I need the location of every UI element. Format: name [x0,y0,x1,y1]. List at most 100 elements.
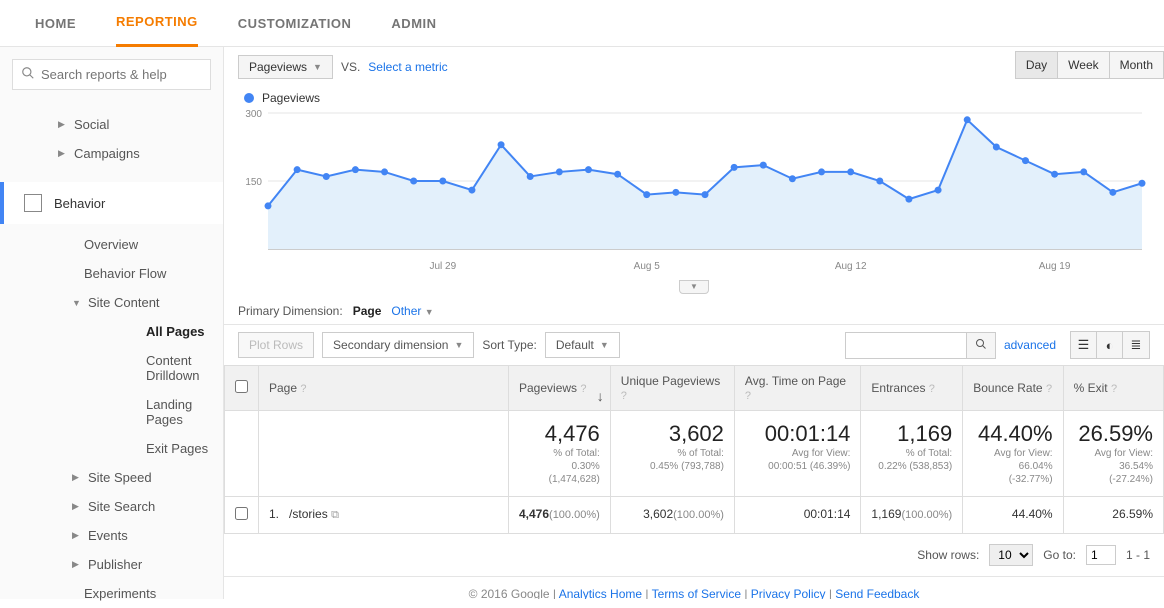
goto-label: Go to: [1043,548,1076,562]
top-nav: HOME REPORTING CUSTOMIZATION ADMIN [0,0,1164,47]
sidebar-section-behavior[interactable]: Behavior [0,182,223,224]
period-week[interactable]: Week [1058,52,1109,78]
footer-tos[interactable]: Terms of Service [652,587,741,599]
sort-type-select[interactable]: Default ▼ [545,332,620,358]
row-pct: (100.00%) [901,509,952,521]
view-mode-icons: ☰ ◐ ≣ [1070,331,1150,359]
sidebar-item-landing-pages[interactable]: Landing Pages [124,390,223,434]
caret-down-icon: ▼ [600,340,609,350]
sidebar-item-behavior-flow[interactable]: Behavior Flow [62,259,223,288]
col-exit[interactable]: % Exit ? [1063,366,1163,411]
svg-text:Aug 5: Aug 5 [634,261,661,272]
sidebar-item-exit-pages[interactable]: Exit Pages [124,434,223,463]
nav-admin[interactable]: ADMIN [391,0,436,47]
row-pct: (100.00%) [673,509,724,521]
sidebar-item-campaigns[interactable]: ▶Campaigns [0,139,223,168]
metric-label: Pageviews [249,60,307,74]
col-avg-time[interactable]: Avg. Time on Page ? [734,366,861,411]
period-day[interactable]: Day [1016,52,1058,78]
row-page-path[interactable]: /stories [289,507,328,521]
select-all-checkbox[interactable] [235,380,248,393]
sidebar-item-overview[interactable]: Overview [62,230,223,259]
period-month[interactable]: Month [1110,52,1163,78]
footer: © 2016 Google | Analytics Home | Terms o… [224,576,1164,599]
nav-home[interactable]: HOME [35,0,76,47]
row-unique: 3,602(100.00%) [610,497,734,534]
footer-analytics-home[interactable]: Analytics Home [559,587,642,599]
help-icon[interactable]: ? [621,390,627,402]
nav-customization[interactable]: CUSTOMIZATION [238,0,352,47]
popout-icon[interactable]: ⧉ [331,509,339,521]
help-icon[interactable]: ? [1046,383,1052,395]
row-avg-time: 00:01:14 [734,497,861,534]
row-bounce: 44.40% [963,497,1063,534]
col-unique[interactable]: Unique Pageviews ? [610,366,734,411]
sidebar-item-social[interactable]: ▶Social [0,110,223,139]
nav-reporting[interactable]: REPORTING [116,0,198,47]
col-bounce[interactable]: Bounce Rate ? [963,366,1063,411]
help-icon[interactable]: ? [929,383,935,395]
sidebar-item-all-pages[interactable]: All Pages [124,317,223,346]
table-search[interactable] [845,332,996,359]
table-search-go[interactable] [966,333,995,358]
help-icon[interactable]: ? [580,383,586,395]
advanced-link[interactable]: advanced [1004,338,1056,352]
view-bar-icon[interactable]: ≣ [1123,332,1149,358]
col-label: Entrances [871,381,925,395]
primary-dimension-bar: Primary Dimension: Page Other ▼ [224,294,1164,324]
caret-down-icon: ▼ [425,307,434,317]
help-icon[interactable]: ? [745,390,751,402]
primary-dim-page[interactable]: Page [353,304,382,318]
col-pageviews[interactable]: Pageviews ?↓ [509,366,611,411]
plot-rows-button[interactable]: Plot Rows [238,332,314,358]
col-label: Bounce Rate [973,381,1042,395]
col-page[interactable]: Page ? [259,366,509,411]
row-pct: (100.00%) [549,509,600,521]
svg-text:Aug 19: Aug 19 [1039,261,1071,272]
secondary-dimension-button[interactable]: Secondary dimension▼ [322,332,474,358]
col-entrances[interactable]: Entrances ? [861,366,963,411]
legend-label: Pageviews [262,91,320,105]
chart-drag-handle[interactable]: ▼ [679,280,709,294]
goto-input[interactable] [1086,545,1116,565]
other-label: Other [391,304,421,318]
sidebar-item-content-drilldown[interactable]: Content Drilldown [124,346,223,390]
primary-dim-other[interactable]: Other ▼ [391,304,433,318]
svg-text:Aug 12: Aug 12 [835,261,867,272]
sort-desc-icon: ↓ [597,388,604,404]
col-label: % Exit [1074,381,1108,395]
secondary-label: Secondary dimension [333,338,448,352]
sidebar-item-site-speed[interactable]: ▶Site Speed [62,463,223,492]
footer-feedback[interactable]: Send Feedback [835,587,919,599]
total-unique: 3,602% of Total:0.45% (793,788) [610,411,734,497]
footer-privacy[interactable]: Privacy Policy [751,587,826,599]
select-metric-link[interactable]: Select a metric [368,60,447,74]
rows-select[interactable]: 10 [989,544,1033,566]
sidebar-item-site-search[interactable]: ▶Site Search [62,492,223,521]
row-index: 1. [269,507,279,521]
view-pie-icon[interactable]: ◐ [1097,332,1123,358]
table-row[interactable]: 1. /stories ⧉ 4,476(100.00%) 3,602(100.0… [225,497,1164,534]
table-search-input[interactable] [846,333,966,358]
help-icon[interactable]: ? [1111,383,1117,395]
chart-legend: Pageviews [224,87,1164,109]
sidebar-item-site-content[interactable]: ▼Site Content [62,288,223,317]
search-reports[interactable] [12,59,211,90]
sort-default-label: Default [556,338,594,352]
checkbox-header[interactable] [225,366,259,411]
row-checkbox[interactable] [235,507,248,520]
search-icon [21,66,35,83]
sidebar: ▶Social ▶Campaigns Behavior Overview Beh… [0,47,224,599]
sidebar-item-experiments[interactable]: Experiments [62,579,223,608]
sidebar-item-publisher[interactable]: ▶Publisher [62,550,223,579]
sidebar-item-events[interactable]: ▶Events [62,521,223,550]
help-icon[interactable]: ? [300,383,306,395]
total-entrances: 1,169% of Total:0.22% (538,853) [861,411,963,497]
caret-right-icon: ▶ [58,148,68,159]
row-checkbox-cell[interactable] [225,497,259,534]
view-table-icon[interactable]: ☰ [1071,332,1097,358]
metric-selector[interactable]: Pageviews ▼ [238,55,333,79]
caret-down-icon: ▼ [313,62,322,72]
search-input[interactable] [41,67,217,82]
caret-right-icon: ▶ [72,530,82,541]
